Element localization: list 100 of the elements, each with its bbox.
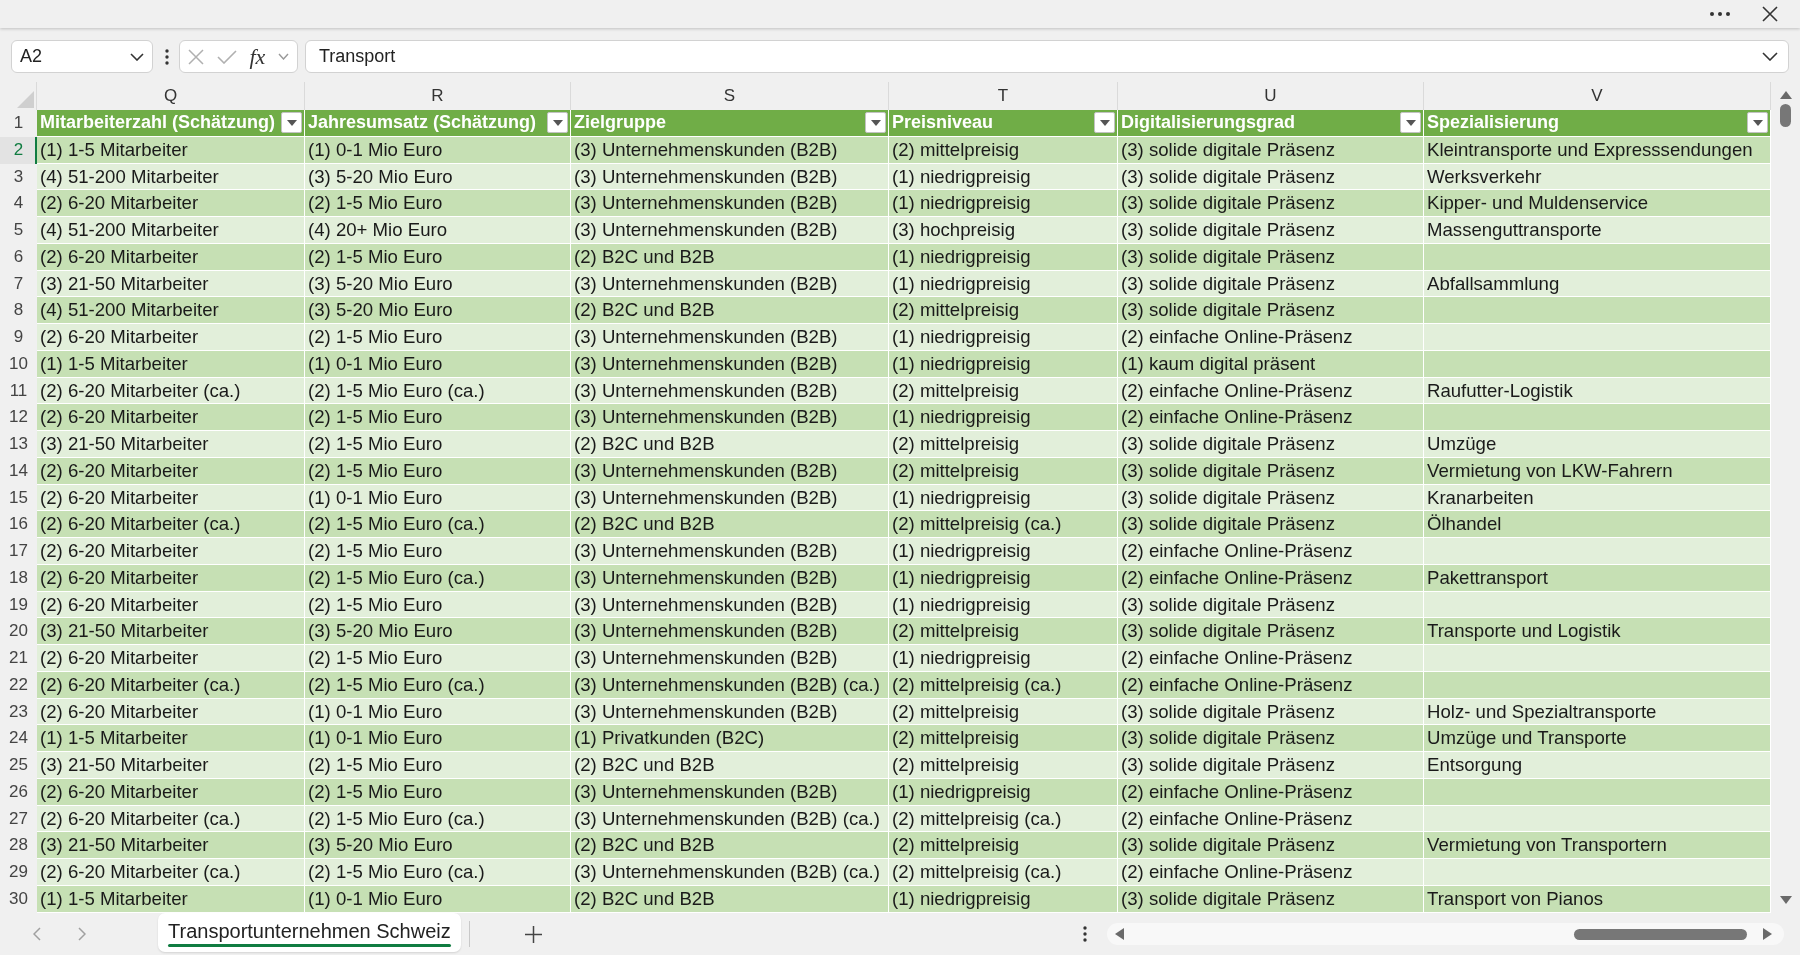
table-cell: (3) Unternehmenskunden (B2B)	[571, 538, 889, 565]
table-cell: (3) solide digitale Präsenz	[1118, 618, 1424, 645]
table-cell: (3) Unternehmenskunden (B2B)	[571, 457, 889, 485]
sheet-tab[interactable]: Transportunternehmen Schweiz	[158, 913, 461, 952]
table-cell: (3) Unternehmenskunden (B2B)	[571, 591, 889, 619]
filter-button[interactable]	[865, 112, 886, 134]
table-cell: (2) mittelpreisig	[889, 457, 1118, 485]
table-cell: (2) 6-20 Mitarbeiter	[37, 698, 305, 726]
table-cell: Umzüge	[1424, 431, 1771, 458]
table-cell: (1) 0-1 Mio Euro	[305, 725, 571, 752]
table-cell: (2) einfache Online-Präsenz	[1118, 404, 1424, 431]
column-title: Zielgruppe	[574, 111, 666, 135]
table-cell: (2) 1-5 Mio Euro	[305, 431, 571, 458]
table-cell: (1) niedrigpreisig	[889, 538, 1118, 565]
table-cell: (1) niedrigpreisig	[889, 564, 1118, 592]
table-cell: (2) B2C und B2B	[571, 297, 889, 324]
table-cell: (3) solide digitale Präsenz	[1118, 190, 1424, 217]
table-cell: (3) Unternehmenskunden (B2B)	[571, 350, 889, 378]
table-cell: (1) niedrigpreisig	[889, 350, 1118, 378]
table-cell: (1) 1-5 Mitarbeiter	[37, 136, 305, 164]
plus-icon[interactable]	[524, 925, 542, 943]
table-cell: (1) 0-1 Mio Euro	[305, 350, 571, 378]
table-cell: (2) einfache Online-Präsenz	[1118, 645, 1424, 672]
table-cell: (2) einfache Online-Präsenz	[1118, 324, 1424, 351]
table-cell: (3) Unternehmenskunden (B2B)	[571, 404, 889, 431]
table-cell: (2) 1-5 Mio Euro	[305, 457, 571, 485]
caret-down-icon	[1405, 119, 1416, 126]
table-cell: (2) mittelpreisig	[889, 618, 1118, 645]
table-cell: (3) Unternehmenskunden (B2B)	[571, 778, 889, 806]
chevron-down-icon[interactable]	[1762, 52, 1778, 61]
table-cell: (3) solide digitale Präsenz	[1118, 457, 1424, 485]
table-cell: (2) einfache Online-Präsenz	[1118, 859, 1424, 886]
table-cell: (3) solide digitale Präsenz	[1118, 832, 1424, 859]
table-cell: (2) mittelpreisig	[889, 725, 1118, 752]
column-title: Mitarbeiterzahl (Schätzung)	[40, 111, 276, 135]
table-cell: (3) Unternehmenskunden (B2B)	[571, 324, 889, 351]
table-cell: Umzüge und Transporte	[1424, 725, 1771, 752]
table-cell: (2) 6-20 Mitarbeiter	[37, 404, 305, 431]
caret-down-icon	[1099, 119, 1110, 126]
more-vertical-icon[interactable]	[165, 48, 169, 65]
table-cell: (2) mittelpreisig (ca.)	[889, 859, 1118, 886]
insert-function-button[interactable]: fx	[249, 45, 266, 68]
filter-button[interactable]	[1094, 112, 1115, 134]
scrollbar-thumb[interactable]	[1573, 928, 1747, 940]
filter-button[interactable]	[281, 112, 302, 134]
table-cell: Abfallsammlung	[1424, 270, 1771, 298]
table-cell: (3) Unternehmenskunden (B2B)	[571, 698, 889, 726]
table-cell: (1) niedrigpreisig	[889, 190, 1118, 217]
table-cell: (3) Unternehmenskunden (B2B)	[571, 163, 889, 191]
table-cell: (2) 1-5 Mio Euro	[305, 645, 571, 672]
more-icon[interactable]	[1710, 12, 1730, 16]
table-cell: (3) solide digitale Präsenz	[1118, 217, 1424, 244]
table-cell: (3) solide digitale Präsenz	[1118, 243, 1424, 271]
chevron-down-icon[interactable]	[130, 52, 144, 61]
table-cell: (1) kaum digital präsent	[1118, 350, 1424, 378]
name-box[interactable]: A2	[11, 40, 153, 73]
formula-field[interactable]: Transport	[305, 40, 1789, 73]
filter-button[interactable]	[547, 112, 568, 134]
close-icon[interactable]	[1762, 6, 1778, 22]
table-cell: (3) 21-50 Mitarbeiter	[37, 431, 305, 458]
caret-down-icon[interactable]	[1779, 896, 1792, 904]
table-cell: (2) mittelpreisig (ca.)	[889, 671, 1118, 699]
table-cell: (3) Unternehmenskunden (B2B) (ca.)	[571, 671, 889, 699]
caret-down-icon	[870, 119, 881, 126]
table-cell: (2) 1-5 Mio Euro (ca.)	[305, 671, 571, 699]
table-cell: (1) 1-5 Mitarbeiter	[37, 350, 305, 378]
table-cell: Transport von Pianos	[1424, 885, 1771, 913]
table-cell: (2) mittelpreisig	[889, 832, 1118, 859]
table-cell: (2) 1-5 Mio Euro (ca.)	[305, 377, 571, 405]
more-vertical-icon[interactable]	[1082, 926, 1087, 942]
caret-down-icon	[552, 119, 563, 126]
table-cell: (1) niedrigpreisig	[889, 324, 1118, 351]
scrollbar-thumb[interactable]	[1780, 104, 1791, 127]
row-number[interactable]: 2	[0, 136, 37, 164]
table-cell: (2) 6-20 Mitarbeiter (ca.)	[37, 377, 305, 405]
table-cell: (1) 0-1 Mio Euro	[305, 698, 571, 726]
table-cell: Entsorgung	[1424, 752, 1771, 779]
table-cell: (2) 6-20 Mitarbeiter	[37, 457, 305, 485]
table-cell: (2) einfache Online-Präsenz	[1118, 778, 1424, 806]
table-cell: (3) solide digitale Präsenz	[1118, 591, 1424, 619]
table-cell: (1) niedrigpreisig	[889, 243, 1118, 271]
filter-button[interactable]	[1747, 112, 1768, 134]
table-cell: (2) 6-20 Mitarbeiter	[37, 564, 305, 592]
caret-left-icon[interactable]	[1114, 928, 1124, 940]
caret-up-icon[interactable]	[1779, 91, 1792, 99]
caret-down-icon	[1752, 119, 1763, 126]
table-cell: (2) 6-20 Mitarbeiter	[37, 484, 305, 512]
table-cell: (3) solide digitale Präsenz	[1118, 698, 1424, 726]
table-cell: (2) einfache Online-Präsenz	[1118, 671, 1424, 699]
table-cell: (3) solide digitale Präsenz	[1118, 297, 1424, 324]
caret-right-icon[interactable]	[1762, 928, 1772, 940]
table-cell: (2) 1-5 Mio Euro	[305, 538, 571, 565]
table-cell: (2) B2C und B2B	[571, 832, 889, 859]
table-cell: (2) B2C und B2B	[571, 511, 889, 538]
table-cell: (3) 5-20 Mio Euro	[305, 270, 571, 298]
filter-button[interactable]	[1400, 112, 1421, 134]
table-cell: (3) solide digitale Präsenz	[1118, 163, 1424, 191]
table-cell: (2) 6-20 Mitarbeiter (ca.)	[37, 671, 305, 699]
check-icon[interactable]	[216, 49, 237, 64]
table-cell: (1) 0-1 Mio Euro	[305, 484, 571, 512]
